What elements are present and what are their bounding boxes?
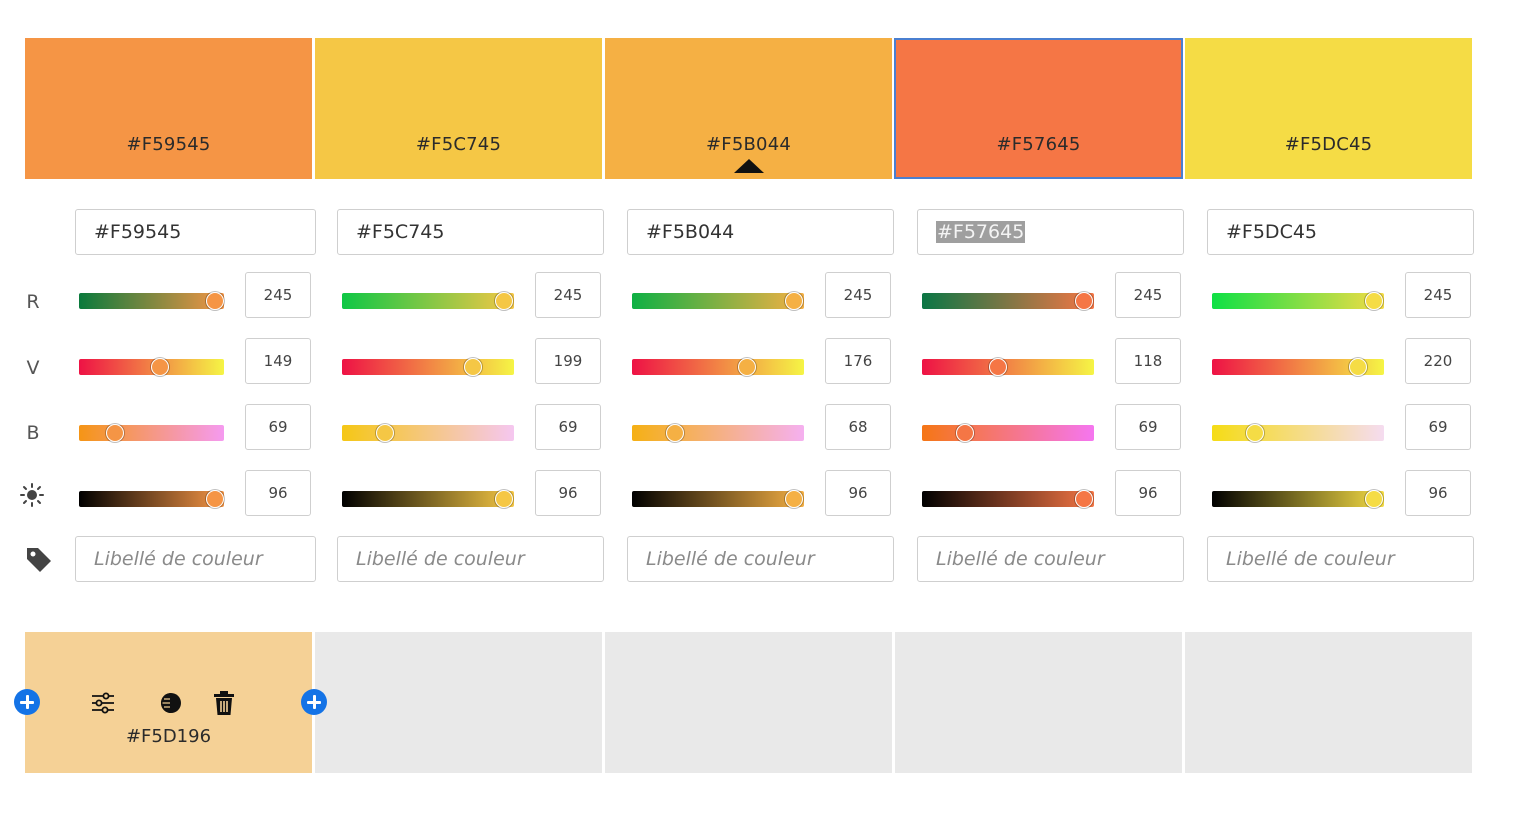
swatch-5[interactable]: #F5DC45 (1185, 38, 1472, 179)
slider-thumb[interactable] (1074, 292, 1093, 310)
brightness-value-2[interactable]: 96 (535, 470, 601, 516)
swatch-hex-label: #F5DC45 (1284, 134, 1373, 155)
v-value-2[interactable]: 199 (535, 338, 601, 384)
slider-thumb[interactable] (151, 358, 170, 376)
slider-thumb[interactable] (376, 424, 394, 442)
empty-swatch-4 (895, 632, 1182, 773)
slider-b-4[interactable] (922, 424, 1094, 442)
color-label-input-4[interactable]: Libellé de couleur (917, 536, 1184, 582)
swatch-2[interactable]: #F5C745 (315, 38, 602, 179)
empty-swatch-3 (605, 632, 892, 773)
r-value-1[interactable]: 245 (245, 272, 311, 318)
slider-thumb[interactable] (206, 292, 225, 310)
row-label-v: V (26, 357, 40, 379)
slider-thumb[interactable] (956, 424, 974, 442)
brightness-value-5[interactable]: 96 (1405, 470, 1471, 516)
swatch-hex-label: #F5C745 (415, 134, 502, 155)
brightness-value-1[interactable]: 96 (245, 470, 311, 516)
slider-brightness-2[interactable] (342, 490, 514, 508)
r-value-4[interactable]: 245 (1115, 272, 1181, 318)
slider-brightness-3[interactable] (632, 490, 804, 508)
slider-thumb[interactable] (106, 424, 125, 442)
tag-icon (27, 548, 51, 572)
color-label-input-2[interactable]: Libellé de couleur (337, 536, 604, 582)
slider-thumb[interactable] (463, 358, 482, 376)
hex-input-3[interactable]: #F5B044 (627, 209, 894, 255)
sun-icon (20, 483, 44, 507)
slider-v-5[interactable] (1212, 358, 1384, 376)
slider-v-3[interactable] (632, 358, 804, 376)
base-color-marker-icon (733, 159, 764, 173)
row-label-b: B (26, 422, 40, 444)
b-value-3[interactable]: 68 (825, 404, 891, 450)
b-value-1[interactable]: 69 (245, 404, 311, 450)
slider-thumb[interactable] (666, 424, 684, 442)
slider-r-3[interactable] (632, 292, 804, 310)
v-value-5[interactable]: 220 (1405, 338, 1471, 384)
contrast-icon[interactable] (158, 690, 184, 716)
swatch-hex-label: #F59545 (126, 134, 211, 155)
v-value-3[interactable]: 176 (825, 338, 891, 384)
slider-r-1[interactable] (79, 292, 225, 310)
hex-input-5[interactable]: #F5DC45 (1207, 209, 1474, 255)
slider-v-4[interactable] (922, 358, 1094, 376)
slider-r-4[interactable] (922, 292, 1094, 310)
b-value-5[interactable]: 69 (1405, 404, 1471, 450)
swatch-4[interactable]: #F57645 (894, 38, 1183, 179)
color-label-input-3[interactable]: Libellé de couleur (627, 536, 894, 582)
slider-b-2[interactable] (342, 424, 514, 442)
slider-b-3[interactable] (632, 424, 804, 442)
slider-thumb[interactable] (1364, 292, 1383, 310)
hex-input-2[interactable]: #F5C745 (337, 209, 604, 255)
slider-thumb[interactable] (1349, 358, 1368, 376)
slider-brightness-4[interactable] (922, 490, 1094, 508)
selected-hex-text: #F57645 (936, 221, 1026, 243)
add-color-left-icon[interactable] (14, 689, 40, 715)
slider-thumb[interactable] (494, 292, 513, 310)
brightness-value-3[interactable]: 96 (825, 470, 891, 516)
slider-b-5[interactable] (1212, 424, 1384, 442)
swatch-hex-label: #F5B044 (706, 134, 791, 155)
slider-v-1[interactable] (79, 358, 224, 376)
slider-brightness-1[interactable] (79, 490, 225, 508)
r-value-5[interactable]: 245 (1405, 272, 1471, 318)
slider-b-1[interactable] (79, 424, 224, 442)
slider-brightness-5[interactable] (1212, 490, 1384, 508)
sliders-icon[interactable] (90, 690, 116, 716)
brightness-value-4[interactable]: 96 (1115, 470, 1181, 516)
swatch-3[interactable]: #F5B044 (605, 38, 892, 179)
slider-thumb[interactable] (1074, 490, 1093, 508)
v-value-1[interactable]: 149 (245, 338, 311, 384)
slider-thumb[interactable] (1246, 424, 1264, 442)
slider-thumb[interactable] (494, 490, 513, 508)
color-label-input-1[interactable]: Libellé de couleur (75, 536, 316, 582)
b-value-2[interactable]: 69 (535, 404, 601, 450)
slider-thumb[interactable] (1364, 490, 1383, 508)
color-label-input-5[interactable]: Libellé de couleur (1207, 536, 1474, 582)
empty-swatch-2 (315, 632, 602, 773)
slider-thumb[interactable] (988, 358, 1007, 376)
slider-v-2[interactable] (342, 358, 514, 376)
add-color-right-icon[interactable] (301, 689, 327, 715)
generated-hex-label: #F5D196 (125, 726, 212, 747)
v-value-4[interactable]: 118 (1115, 338, 1181, 384)
slider-thumb[interactable] (738, 358, 757, 376)
slider-r-2[interactable] (342, 292, 514, 310)
hex-input-4[interactable]: #F57645 (917, 209, 1184, 255)
slider-thumb[interactable] (784, 292, 803, 310)
slider-thumb[interactable] (784, 490, 803, 508)
swatch-hex-label: #F57645 (996, 134, 1081, 155)
hex-input-1[interactable]: #F59545 (75, 209, 316, 255)
slider-thumb[interactable] (206, 490, 225, 508)
generated-swatch[interactable]: #F5D196 (25, 632, 312, 773)
trash-icon[interactable] (211, 690, 237, 716)
empty-swatch-5 (1185, 632, 1472, 773)
swatch-1[interactable]: #F59545 (25, 38, 312, 179)
b-value-4[interactable]: 69 (1115, 404, 1181, 450)
r-value-3[interactable]: 245 (825, 272, 891, 318)
r-value-2[interactable]: 245 (535, 272, 601, 318)
slider-r-5[interactable] (1212, 292, 1384, 310)
row-label-r: R (26, 291, 40, 313)
